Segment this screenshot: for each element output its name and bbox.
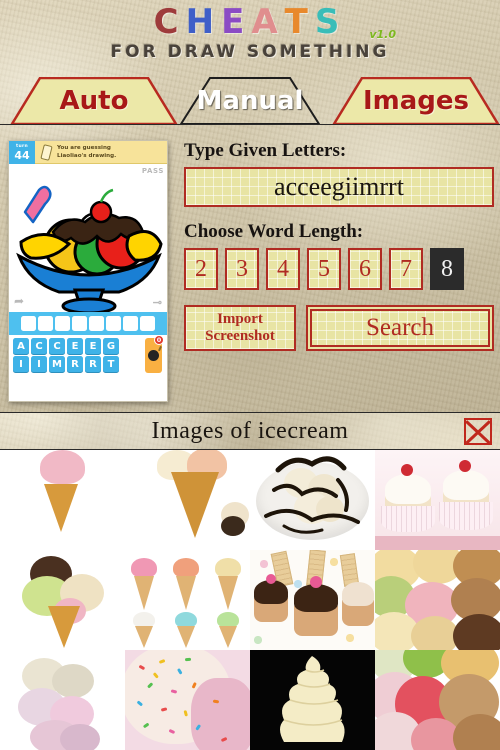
answer-slot[interactable] (55, 316, 70, 331)
letter-key[interactable]: M (49, 356, 65, 372)
answer-slot[interactable] (89, 316, 104, 331)
letter-key[interactable]: C (31, 338, 47, 354)
search-button[interactable]: Search (306, 305, 494, 351)
letters-field-label: Type Given Letters: (184, 140, 347, 161)
length-option-7[interactable]: 7 (389, 248, 423, 290)
image-result-10[interactable] (125, 650, 250, 750)
close-x-icon[interactable] (464, 418, 492, 445)
letter-key[interactable]: R (67, 356, 83, 372)
pass-button[interactable]: PASS (142, 167, 164, 175)
letter-key[interactable]: I (13, 356, 29, 372)
import-label-line1: Import (217, 311, 263, 327)
image-result-2[interactable] (125, 450, 250, 550)
top-pane: CHEATS v1.0 FOR DRAW SOMETHING Auto Manu… (0, 0, 500, 412)
bomb-button[interactable]: 0 (145, 335, 164, 373)
tab-underline (0, 124, 500, 125)
letter-key[interactable]: I (31, 356, 47, 372)
answer-slots (9, 312, 167, 335)
tab-manual-label: Manual (196, 86, 304, 116)
image-result-12[interactable] (375, 650, 500, 750)
word-length-group: 2 3 4 5 6 7 8 (184, 248, 494, 290)
image-result-6[interactable] (125, 550, 250, 650)
length-option-5[interactable]: 5 (307, 248, 341, 290)
letter-key[interactable]: G (103, 338, 119, 354)
results-title: Images of icecream (151, 417, 349, 444)
import-label-line2: Screenshot (205, 328, 275, 344)
length-option-4[interactable]: 4 (266, 248, 300, 290)
length-option-8[interactable]: 8 (430, 248, 464, 290)
preview-drawing-canvas: PASS ➦ ⊸ (9, 164, 167, 312)
letter-key[interactable]: E (85, 338, 101, 354)
answer-slot[interactable] (140, 316, 155, 331)
turn-badge: turn 44 (9, 141, 35, 164)
answer-slot[interactable] (21, 316, 36, 331)
length-option-3[interactable]: 3 (225, 248, 259, 290)
share-icon[interactable]: ⊸ (153, 296, 162, 309)
undo-icon[interactable]: ➦ (14, 294, 24, 309)
logo-letter-t: T (284, 2, 315, 42)
image-result-4[interactable] (375, 450, 500, 550)
bomb-count-badge: 0 (154, 335, 164, 345)
manual-form: Type Given Letters: acceegiimrrt Choose … (184, 140, 494, 351)
app-logo: CHEATS v1.0 FOR DRAW SOMETHING (0, 2, 500, 70)
tab-auto[interactable]: Auto (10, 77, 178, 125)
app-title: CHEATS (0, 2, 500, 42)
import-screenshot-button[interactable]: Import Screenshot (184, 305, 296, 351)
logo-letter-e: E (221, 2, 252, 42)
letter-keyboard: A C C E E G I I M R R T 0 (9, 335, 167, 378)
logo-letter-s: S (314, 2, 347, 42)
key-row-2: I I M R R T (13, 356, 163, 372)
length-option-2[interactable]: 2 (184, 248, 218, 290)
tab-images[interactable]: Images (332, 77, 500, 125)
preview-message-line1: You are guessing (57, 145, 111, 151)
answer-slot[interactable] (72, 316, 87, 331)
image-result-5[interactable] (0, 550, 125, 650)
logo-letter-h: H (185, 2, 222, 42)
image-result-8[interactable] (375, 550, 500, 650)
preview-message-line2: Liaoliao's drawing. (57, 152, 117, 159)
results-header: Images of icecream (0, 412, 500, 450)
letter-key[interactable]: C (49, 338, 65, 354)
version-badge: v1.0 (369, 28, 396, 41)
logo-letter-a: A (251, 2, 285, 42)
app-subtitle: FOR DRAW SOMETHING (110, 42, 390, 62)
sundae-drawing (16, 185, 163, 312)
chocolate-drizzle (264, 456, 360, 534)
image-result-1[interactable] (0, 450, 125, 550)
bomb-icon (148, 350, 159, 361)
eraser-icon (40, 144, 53, 161)
app-root: CHEATS v1.0 FOR DRAW SOMETHING Auto Manu… (0, 0, 500, 750)
answer-slot[interactable] (106, 316, 121, 331)
length-option-6[interactable]: 6 (348, 248, 382, 290)
screenshot-preview[interactable]: turn 44 You are guessing Liaoliao's draw… (8, 140, 168, 402)
preview-header: turn 44 You are guessing Liaoliao's draw… (9, 141, 167, 164)
key-row-1: A C C E E G (13, 338, 163, 354)
answer-slot[interactable] (123, 316, 138, 331)
letter-key[interactable]: R (85, 356, 101, 372)
answer-slot[interactable] (38, 316, 53, 331)
image-result-11[interactable] (250, 650, 375, 750)
word-length-label: Choose Word Length: (184, 221, 364, 242)
tab-bar: Auto Manual Images (0, 77, 500, 125)
preview-message: You are guessing Liaoliao's drawing. (57, 145, 165, 160)
image-result-7[interactable] (250, 550, 375, 650)
turn-number: 44 (14, 149, 30, 162)
image-result-3[interactable] (250, 450, 375, 550)
tab-manual[interactable]: Manual (180, 77, 320, 125)
given-letters-input[interactable]: acceegiimrrt (184, 167, 494, 207)
logo-letter-c: C (153, 2, 186, 42)
letter-key[interactable]: E (67, 338, 83, 354)
letter-key[interactable]: A (13, 338, 29, 354)
action-buttons: Import Screenshot Search (184, 305, 494, 351)
image-results-grid (0, 450, 500, 750)
tab-images-label: Images (362, 86, 470, 116)
letter-key[interactable]: T (103, 356, 119, 372)
soft-serve-swirl (280, 656, 345, 742)
tab-auto-label: Auto (59, 86, 129, 116)
image-result-9[interactable] (0, 650, 125, 750)
